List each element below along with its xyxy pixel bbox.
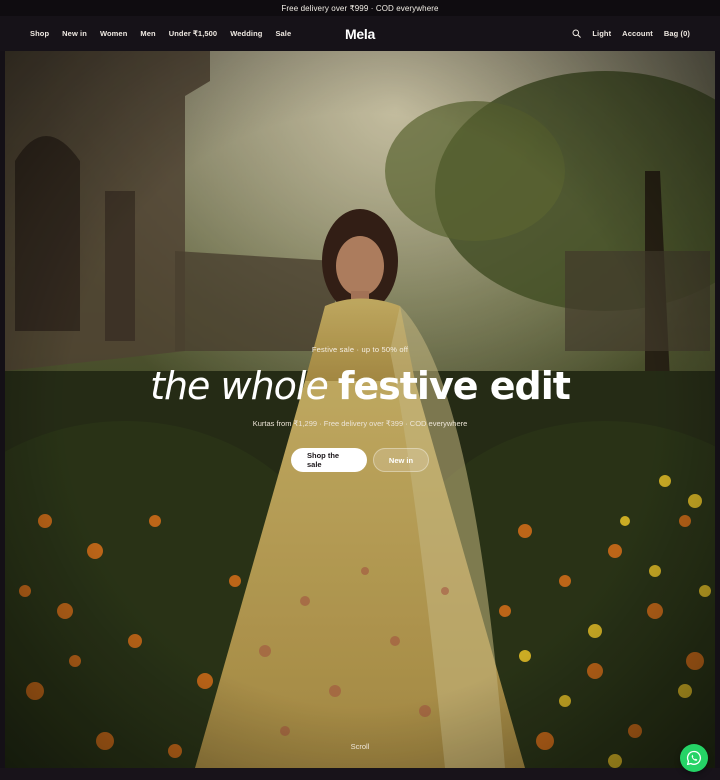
page-footer-edge — [0, 768, 720, 780]
whatsapp-chat-button[interactable] — [680, 744, 708, 772]
bag-link[interactable]: Bag (0) — [664, 29, 690, 38]
nav-link-wedding[interactable]: Wedding — [230, 29, 262, 38]
hero-cta-row: Shop the sale New in — [5, 448, 715, 472]
nav-link-women[interactable]: Women — [100, 29, 127, 38]
top-nav: Shop New in Women Men Under ₹1,500 Weddi… — [0, 16, 720, 51]
hero-eyebrow: Festive sale · up to 50% off — [311, 345, 409, 354]
new-in-button[interactable]: New in — [373, 448, 429, 472]
primary-nav: Shop New in Women Men Under ₹1,500 Weddi… — [30, 16, 304, 51]
shop-the-sale-button[interactable]: Shop the sale — [291, 448, 367, 472]
nav-link-men[interactable]: Men — [140, 29, 155, 38]
announcement-bar: Free delivery over ₹999 · COD everywhere — [0, 0, 720, 16]
hero-subline: Kurtas from ₹1,299 · Free delivery over … — [252, 419, 468, 428]
search-icon[interactable] — [572, 29, 582, 38]
brand-logo[interactable]: Mela — [330, 16, 390, 51]
hero-content: Festive sale · up to 50% off the whole f… — [5, 51, 715, 768]
nav-link-sale[interactable]: Sale — [275, 29, 291, 38]
headline-italic: the whole — [150, 364, 329, 408]
scroll-indicator[interactable]: Scroll — [5, 742, 715, 751]
whatsapp-icon — [686, 750, 702, 766]
announcement-text: Free delivery over ₹999 · COD everywhere — [281, 3, 439, 13]
hero-headline: the whole festive edit — [5, 363, 715, 410]
headline-bold: festive edit — [337, 364, 571, 408]
theme-toggle[interactable]: Light — [592, 29, 611, 38]
account-link[interactable]: Account — [622, 29, 653, 38]
utility-nav: Light Account Bag (0) — [561, 16, 690, 51]
nav-link-shop[interactable]: Shop — [30, 29, 49, 38]
nav-link-under-1500[interactable]: Under ₹1,500 — [169, 29, 218, 38]
hero-banner: Festive sale · up to 50% off the whole f… — [5, 51, 715, 768]
nav-link-new-in[interactable]: New in — [62, 29, 87, 38]
